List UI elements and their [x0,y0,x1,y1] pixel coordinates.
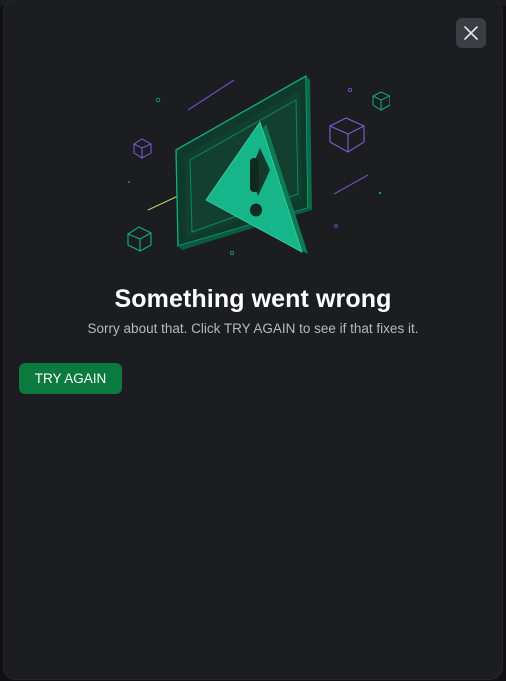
try-again-button[interactable]: TRY AGAIN [19,363,122,394]
close-icon [464,26,478,40]
decor-dot [230,250,235,255]
close-button[interactable] [456,18,486,48]
decor-dot [128,181,130,183]
decor-line [333,174,369,195]
decor-dot [155,97,161,103]
dialog-title: Something went wrong [114,285,392,313]
cube-icon [372,91,390,111]
cube-icon [133,138,152,159]
cube-icon [127,226,152,252]
decor-dot [378,191,382,195]
error-dialog: Something went wrong Sorry about that. C… [4,0,502,679]
dialog-message: Sorry about that. Click TRY AGAIN to see… [87,321,419,336]
decor-line [147,195,179,211]
decor-dot [347,87,352,92]
cube-icon [329,117,365,153]
decor-line [187,79,235,111]
error-warning-illustration [127,74,390,255]
decor-dot [334,224,338,228]
